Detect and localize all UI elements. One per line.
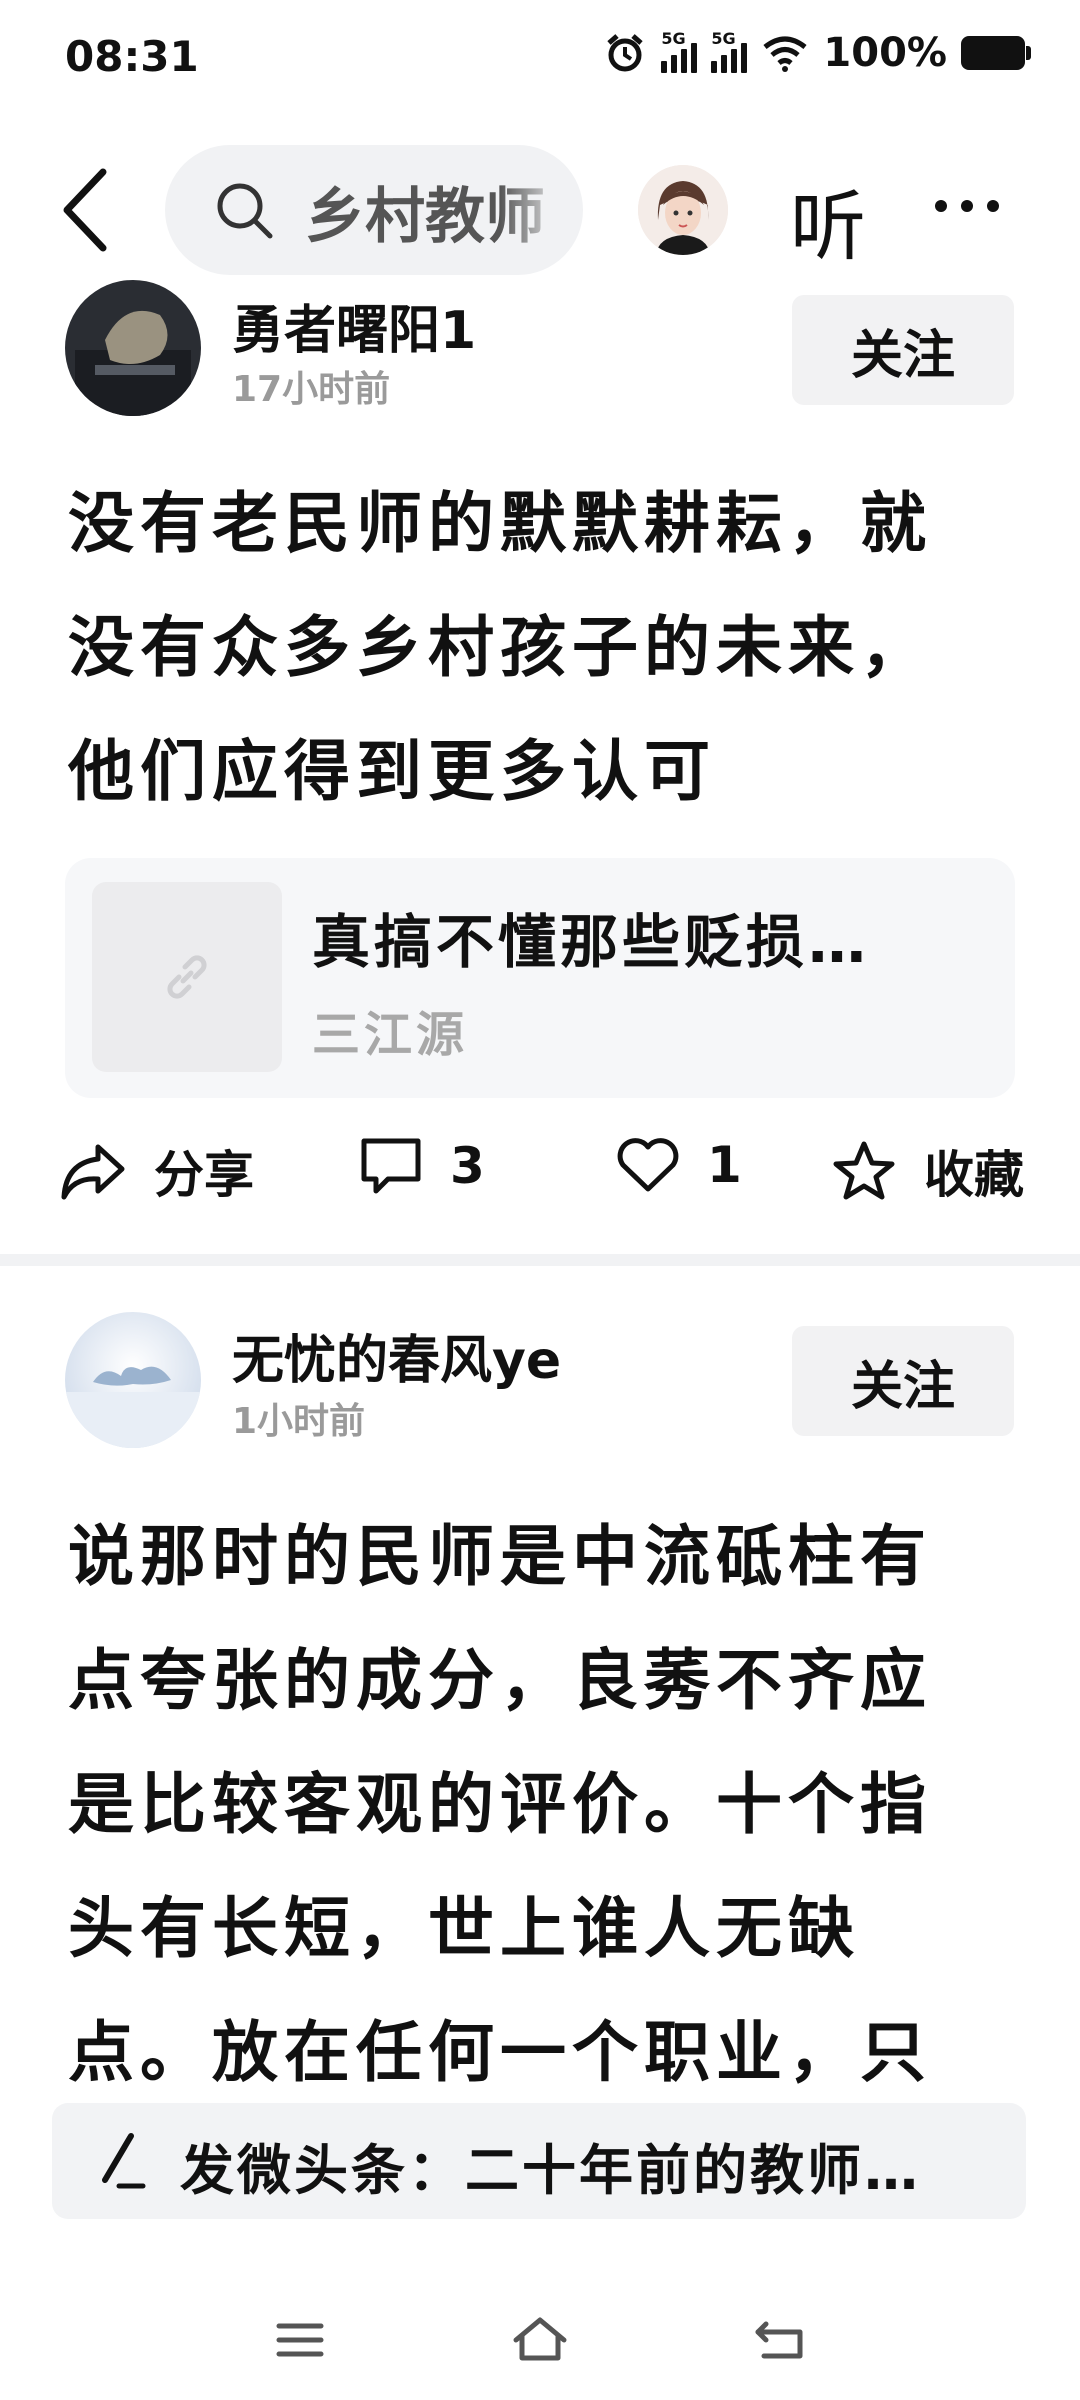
author-name[interactable]: 勇者曙阳1 (232, 288, 476, 363)
comment-icon (361, 1138, 421, 1194)
pen-icon (102, 2133, 146, 2189)
home-icon[interactable] (510, 2314, 570, 2364)
alarm-icon (607, 34, 644, 72)
menu-icon[interactable] (275, 2320, 325, 2360)
post-content[interactable]: 没有老民师的默默耕耘，就 没有众多乡村孩子的未来， 他们应得到更多认可 (68, 462, 1028, 834)
link-title[interactable]: 真搞不懂那些贬损… (312, 895, 870, 979)
post-time: 1小时前 (232, 1401, 366, 1442)
search-query[interactable]: 乡村教师 (305, 168, 565, 255)
status-bar: 08:31 5G 5G 100% (0, 0, 1080, 110)
like-icon (617, 1138, 679, 1192)
listen-button[interactable]: 听 (790, 165, 866, 275)
favorite-icon (833, 1141, 895, 1200)
status-icons: 5G 5G 100% (603, 29, 1031, 76)
share-icon (61, 1144, 125, 1200)
user-avatar[interactable] (638, 165, 728, 255)
author-avatar[interactable] (65, 280, 201, 416)
link-icon (167, 955, 207, 999)
search-icon (217, 183, 273, 239)
wifi-icon (763, 36, 807, 72)
signal-icon-1: 5G (661, 29, 698, 73)
system-nav-bar (0, 2280, 1080, 2400)
post-content[interactable]: 说那时的民师是中流砥柱有 点夸张的成分，良莠不齐应 是比较客观的评价。十个指 头… (68, 1495, 1028, 2115)
author-name[interactable]: 无忧的春风ye (232, 1318, 561, 1393)
post-time: 17小时前 (232, 369, 391, 410)
back-icon[interactable] (55, 160, 115, 260)
comment-button[interactable]: 3 (358, 1135, 485, 1197)
battery-percent: 100% (823, 30, 947, 76)
follow-button[interactable]: 关注 (792, 295, 1014, 405)
status-time: 08:31 (65, 32, 199, 81)
signal-icon-2: 5G (711, 29, 748, 73)
battery-icon (961, 36, 1031, 70)
more-icon[interactable] (935, 200, 999, 212)
favorite-button[interactable]: 收藏 (830, 1135, 1024, 1207)
link-thumbnail (92, 882, 282, 1072)
link-source: 三江源 (312, 1007, 469, 1063)
post-divider (0, 1254, 1080, 1266)
compose-placeholder[interactable]: 发微头条：二十年前的教师… (180, 2126, 921, 2205)
back-nav-icon[interactable] (752, 2316, 808, 2362)
author-avatar[interactable] (65, 1312, 201, 1448)
like-button[interactable]: 1 (615, 1135, 742, 1195)
share-button[interactable]: 分享 (58, 1135, 254, 1207)
follow-button[interactable]: 关注 (792, 1326, 1014, 1436)
